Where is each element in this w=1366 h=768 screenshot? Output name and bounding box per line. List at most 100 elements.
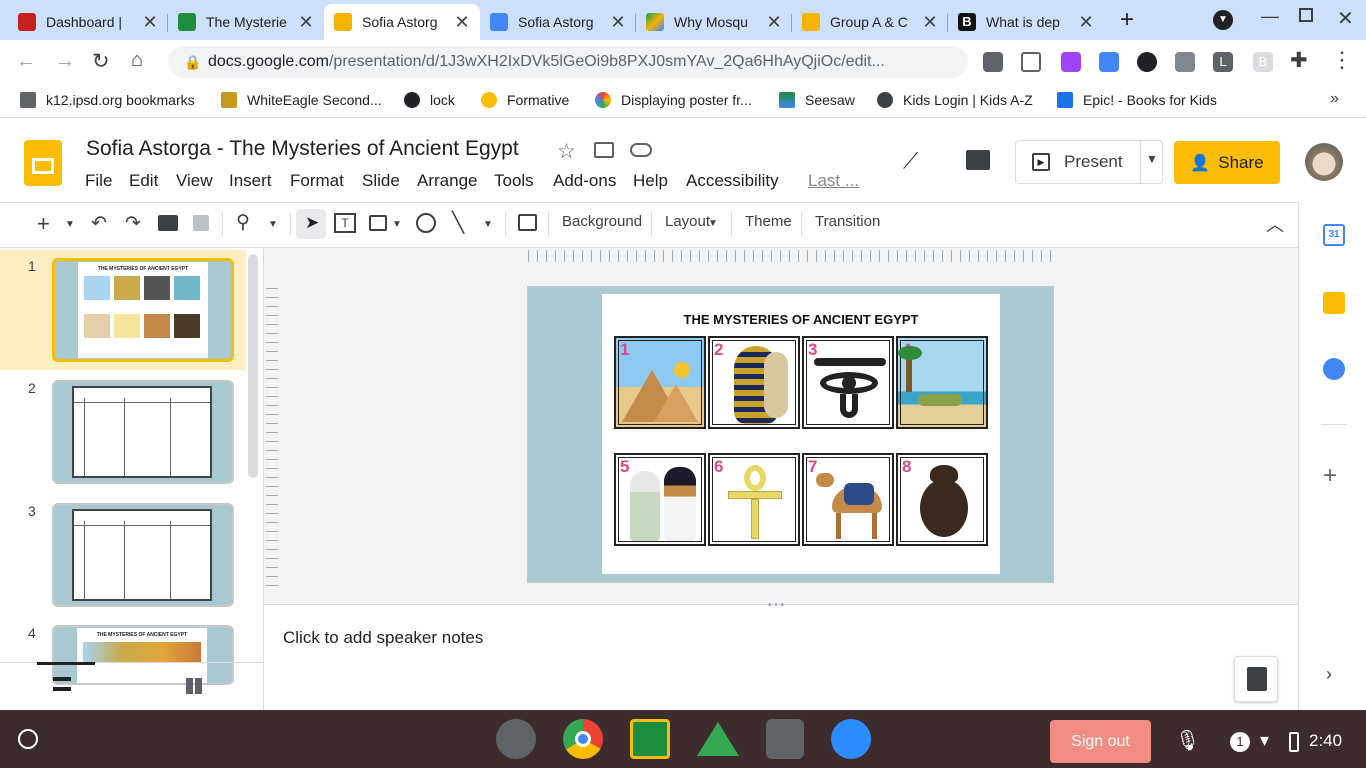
- address-bar[interactable]: 🔒 docs.google.com/presentation/d/1J3wXH2…: [168, 46, 968, 78]
- extension-icon[interactable]: [1175, 52, 1195, 72]
- close-icon[interactable]: ✕: [922, 12, 938, 33]
- close-icon[interactable]: ✕: [298, 12, 314, 33]
- cloud-status-icon[interactable]: [630, 143, 652, 157]
- back-arrow-icon[interactable]: ←: [16, 50, 36, 73]
- extension-icon[interactable]: [1021, 52, 1041, 72]
- extension-icon[interactable]: [1137, 52, 1157, 72]
- bookmark-item[interactable]: Formative: [481, 92, 569, 108]
- filmstrip-view-icon[interactable]: [53, 677, 71, 691]
- text-box-icon[interactable]: T: [334, 213, 356, 233]
- bookmark-item[interactable]: Displaying poster fr...: [595, 92, 752, 108]
- menu-format[interactable]: Format: [290, 171, 344, 191]
- layout-button[interactable]: Layout: [665, 213, 710, 230]
- paint-format-icon[interactable]: [193, 215, 209, 231]
- transition-button[interactable]: Transition: [815, 213, 880, 230]
- chevron-down-icon[interactable]: ▼: [65, 219, 75, 230]
- translate-extension-icon[interactable]: [1099, 52, 1119, 72]
- calendar-icon[interactable]: 31: [1323, 224, 1345, 246]
- card-pyramids[interactable]: 1: [614, 336, 706, 429]
- star-icon[interactable]: ☆: [557, 139, 576, 164]
- chevron-down-icon[interactable]: ▼: [392, 219, 402, 230]
- grid-view-icon[interactable]: [186, 678, 202, 694]
- status-tray[interactable]: 1 ▾ 2:40: [1209, 717, 1355, 765]
- slide-thumbnail-4[interactable]: THE MYSTERIES OF ANCIENT EGYPT: [52, 625, 234, 685]
- slide-canvas[interactable]: THE MYSTERIES OF ANCIENT EGYPT 1 2 3 5 6…: [527, 286, 1054, 583]
- card-nile-river[interactable]: 4: [896, 336, 988, 429]
- select-tool[interactable]: ➤: [296, 209, 326, 239]
- window-close-icon[interactable]: ✕: [1337, 6, 1354, 31]
- menu-view[interactable]: View: [176, 171, 213, 191]
- browser-tab[interactable]: The Mysterie ✕: [168, 4, 324, 40]
- zoom-icon[interactable]: ⚲: [236, 211, 250, 234]
- close-icon[interactable]: ✕: [142, 12, 158, 33]
- browser-tab-active[interactable]: Sofia Astorg ✕: [324, 4, 480, 40]
- redo-icon[interactable]: ↷: [125, 212, 141, 235]
- move-folder-icon[interactable]: [594, 142, 614, 158]
- document-title[interactable]: Sofia Astorga - The Mysteries of Ancient…: [86, 137, 519, 161]
- home-icon[interactable]: ⌂: [131, 49, 143, 72]
- forward-arrow-icon[interactable]: →: [55, 50, 75, 73]
- reload-icon[interactable]: ↻: [92, 49, 110, 74]
- chevron-down-icon[interactable]: ▼: [708, 218, 718, 229]
- menu-edit[interactable]: Edit: [129, 171, 158, 191]
- extension-icon[interactable]: B: [1253, 52, 1273, 72]
- background-button[interactable]: Background: [562, 213, 642, 230]
- tasks-icon[interactable]: [1323, 358, 1345, 380]
- share-button[interactable]: 👤 Share: [1174, 141, 1280, 184]
- bookmark-item[interactable]: Seesaw: [779, 92, 855, 108]
- sign-out-button[interactable]: Sign out: [1050, 720, 1151, 763]
- activity-trend-icon[interactable]: ⟋: [903, 148, 918, 174]
- menu-addons[interactable]: Add-ons: [553, 171, 616, 191]
- calculator-app-icon[interactable]: [766, 719, 804, 759]
- bookmark-folder[interactable]: k12.ipsd.org bookmarks: [20, 92, 195, 108]
- browser-tab[interactable]: Sofia Astorg ✕: [480, 4, 636, 40]
- close-icon[interactable]: ✕: [766, 12, 782, 33]
- extension-icon[interactable]: [1061, 52, 1081, 72]
- undo-icon[interactable]: ↶: [91, 212, 107, 235]
- image-icon[interactable]: [369, 215, 387, 231]
- card-sarcophagus[interactable]: 2: [708, 336, 800, 429]
- chevron-right-icon[interactable]: ›: [1326, 664, 1332, 685]
- maximize-icon[interactable]: [1299, 8, 1313, 22]
- extension-icon[interactable]: [983, 52, 1003, 72]
- menu-file[interactable]: File: [85, 171, 112, 191]
- bookmark-item[interactable]: WhiteEagle Second...: [221, 92, 382, 108]
- extension-icon[interactable]: L: [1213, 52, 1233, 72]
- extensions-puzzle-icon[interactable]: ✚: [1290, 48, 1308, 73]
- theme-button[interactable]: Theme: [745, 213, 792, 230]
- filmstrip-scrollbar[interactable]: [248, 254, 258, 478]
- print-icon[interactable]: [158, 215, 178, 231]
- slide-thumbnail-3[interactable]: [52, 503, 234, 607]
- browser-tab[interactable]: Why Mosqu ✕: [636, 4, 792, 40]
- bookmark-item[interactable]: Epic! - Books for Kids: [1057, 92, 1217, 108]
- menu-slide[interactable]: Slide: [362, 171, 400, 191]
- bookmark-item[interactable]: Kids Login | Kids A-Z: [877, 92, 1033, 108]
- browser-tab[interactable]: Dashboard | ✕: [8, 4, 168, 40]
- kebab-menu-icon[interactable]: ⋮: [1331, 47, 1353, 73]
- camera-app-icon[interactable]: [496, 719, 536, 759]
- microphone-icon[interactable]: 🎙: [1175, 728, 1200, 753]
- line-icon[interactable]: ╲: [452, 210, 464, 235]
- slides-logo-icon[interactable]: [24, 140, 62, 186]
- menu-help[interactable]: Help: [633, 171, 668, 191]
- lock-icon[interactable]: 🔒: [184, 46, 201, 78]
- more-bookmarks-icon[interactable]: »: [1330, 90, 1339, 108]
- menu-arrange[interactable]: Arrange: [417, 171, 477, 191]
- close-icon[interactable]: ✕: [454, 12, 470, 33]
- card-eye-of-horus[interactable]: 3: [802, 336, 894, 429]
- close-icon[interactable]: ✕: [610, 12, 626, 33]
- slide-thumbnail-2[interactable]: [52, 380, 234, 484]
- last-edit-link[interactable]: Last ...: [808, 171, 859, 191]
- browser-tab[interactable]: B What is dep ✕: [948, 4, 1104, 40]
- avatar[interactable]: [1305, 143, 1343, 181]
- keep-icon[interactable]: [1323, 292, 1345, 314]
- zoom-app-icon[interactable]: [831, 719, 871, 759]
- card-ankh[interactable]: 6: [708, 453, 800, 546]
- collapse-chevron-up-icon[interactable]: ︿: [1266, 211, 1284, 237]
- chevron-down-icon[interactable]: ▼: [268, 219, 278, 230]
- comments-icon[interactable]: [966, 150, 990, 170]
- drive-app-icon[interactable]: [697, 722, 739, 756]
- browser-tab[interactable]: Group A & C ✕: [792, 4, 948, 40]
- present-dropdown-chevron-icon[interactable]: ▼: [1146, 152, 1158, 166]
- chrome-app-icon[interactable]: [563, 719, 603, 759]
